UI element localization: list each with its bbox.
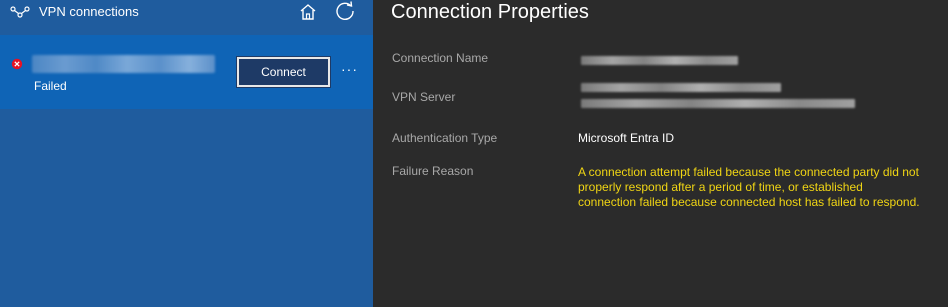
- vpn-icon: [10, 6, 30, 18]
- more-options-button[interactable]: ···: [341, 61, 363, 77]
- vpn-sidebar: VPN connections Failed Connect ···: [0, 0, 373, 307]
- connection-name-label: Connection Name: [392, 51, 489, 65]
- vpn-window: VPN connections Failed Connect ··· Conne…: [0, 0, 948, 307]
- properties-panel: Connection Properties Connection Name VP…: [373, 0, 948, 307]
- home-icon[interactable]: [298, 2, 318, 22]
- failure-reason-value: A connection attempt failed because the …: [578, 165, 920, 209]
- vpn-server-label: VPN Server: [392, 90, 456, 104]
- error-icon: [11, 58, 23, 70]
- auth-type-value: Microsoft Entra ID: [578, 131, 675, 145]
- connection-status: Failed: [34, 79, 67, 93]
- auth-type-label: Authentication Type: [392, 131, 498, 145]
- vpn-server-value-redacted-1: [581, 83, 781, 92]
- failure-reason-label: Failure Reason: [392, 164, 474, 178]
- connect-button[interactable]: Connect: [236, 56, 331, 88]
- sidebar-title: VPN connections: [39, 4, 139, 19]
- connection-name-redacted: [32, 55, 215, 73]
- properties-title: Connection Properties: [391, 1, 589, 23]
- vpn-connection-item[interactable]: Failed Connect ···: [0, 35, 373, 109]
- sidebar-header: VPN connections: [0, 0, 373, 35]
- vpn-server-value-redacted-2: [581, 99, 855, 108]
- connection-name-value-redacted: [581, 56, 738, 65]
- refresh-icon[interactable]: [334, 0, 356, 22]
